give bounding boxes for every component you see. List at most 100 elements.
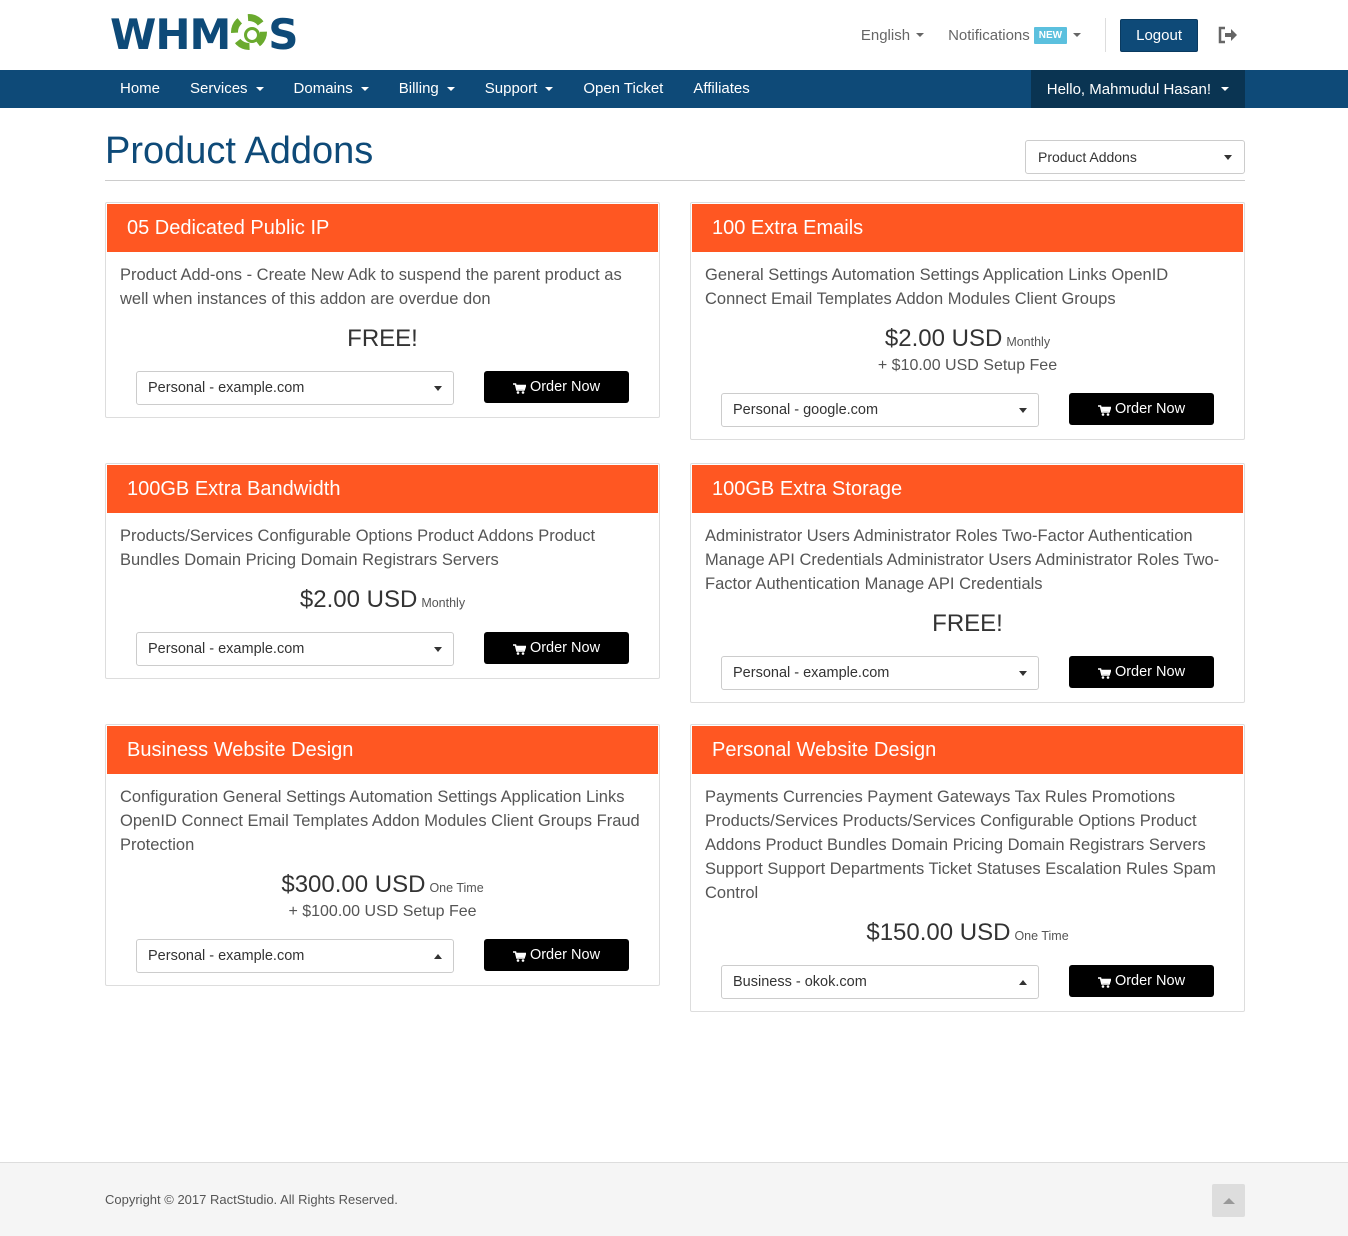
addon-description: Configuration General Settings Automatio… xyxy=(120,788,640,854)
service-select-value: Personal - example.com xyxy=(148,641,305,657)
title-divider xyxy=(105,180,1245,181)
chevron-down-icon xyxy=(446,87,455,91)
addon-description: Administrator Users Administrator Roles … xyxy=(705,527,1220,593)
nav-support[interactable]: Support xyxy=(470,70,569,108)
order-now-label: Order Now xyxy=(529,379,601,395)
page-title: Product Addons xyxy=(105,130,374,172)
service-select[interactable]: Personal - example.com xyxy=(136,939,454,973)
logout-button[interactable]: Logout xyxy=(1120,18,1198,52)
top-links: English Notifications NEW Logout xyxy=(861,18,1238,52)
service-select[interactable]: Personal - example.com xyxy=(721,656,1039,690)
nav-label: Affiliates xyxy=(693,80,750,97)
chevron-down-icon xyxy=(545,87,554,91)
chevron-up-icon xyxy=(1222,1197,1235,1204)
addon-price: FREE! xyxy=(120,325,645,353)
cart-icon xyxy=(512,643,527,655)
nav-label: Billing xyxy=(398,80,439,97)
user-menu[interactable]: Hello, Mahmudul Hasan! xyxy=(1030,70,1245,108)
new-badge: NEW xyxy=(1033,26,1068,44)
nav-label: Domains xyxy=(293,80,353,97)
user-greeting: Hello, Mahmudul Hasan! xyxy=(1046,80,1211,98)
addon-card: Business Website Design Configuration Ge… xyxy=(105,724,660,986)
nav-home[interactable]: Home xyxy=(105,70,175,108)
order-now-button[interactable]: Order Now xyxy=(484,939,629,971)
chevron-down-icon xyxy=(434,385,442,391)
order-now-button[interactable]: Order Now xyxy=(1069,965,1214,997)
setup-fee: + $100.00 USD Setup Fee xyxy=(288,903,477,920)
cart-icon xyxy=(1097,667,1112,679)
addon-description: General Settings Automation Settings App… xyxy=(705,266,1169,308)
billing-cycle: Monthly xyxy=(421,596,466,610)
back-to-top-button[interactable] xyxy=(1212,1184,1245,1217)
language-dropdown[interactable]: English xyxy=(860,26,925,44)
addon-title: Personal Website Design xyxy=(692,726,1243,774)
service-select[interactable]: Personal - example.com xyxy=(136,632,454,666)
notifications-dropdown[interactable]: Notifications NEW xyxy=(948,26,1082,44)
nav-label: Home xyxy=(120,80,161,97)
addon-price: $300.00 USD One Time xyxy=(120,871,645,899)
billing-cycle: One Time xyxy=(1014,929,1069,943)
addon-title: 100GB Extra Bandwidth xyxy=(107,465,658,513)
chevron-down-icon xyxy=(1019,407,1027,413)
nav-label: Support xyxy=(484,80,538,97)
main-navbar: Home Services Domains Billing Support Op… xyxy=(0,70,1348,108)
nav-services[interactable]: Services xyxy=(175,70,279,108)
service-select-value: Personal - example.com xyxy=(148,948,305,964)
chevron-down-icon xyxy=(434,646,442,652)
chevron-down-icon xyxy=(1221,87,1229,91)
chevron-up-icon xyxy=(1019,979,1027,985)
cart-icon xyxy=(512,950,527,962)
addon-description: Product Add-ons - Create New Adk to susp… xyxy=(120,266,622,308)
chevron-down-icon xyxy=(1073,33,1082,37)
cart-icon xyxy=(512,382,527,394)
chevron-down-icon xyxy=(1019,670,1027,676)
service-select-value: Business - okok.com xyxy=(733,974,867,990)
chevron-down-icon xyxy=(916,33,925,37)
order-now-label: Order Now xyxy=(1114,664,1186,680)
addon-title: 100 Extra Emails xyxy=(692,204,1243,252)
sign-out-icon[interactable] xyxy=(1218,26,1238,44)
nav-label: Open Ticket xyxy=(583,80,664,97)
addon-price: $150.00 USD One Time xyxy=(705,919,1230,947)
addon-card: 100GB Extra Storage Administrator Users … xyxy=(690,463,1245,703)
addon-card: Personal Website Design Payments Currenc… xyxy=(690,724,1245,1012)
order-now-label: Order Now xyxy=(529,640,601,656)
service-select-value: Personal - google.com xyxy=(733,402,879,418)
order-now-button[interactable]: Order Now xyxy=(1069,393,1214,425)
order-now-button[interactable]: Order Now xyxy=(484,371,629,403)
nav-affiliates[interactable]: Affiliates xyxy=(678,70,764,108)
chevron-down-icon xyxy=(255,87,264,91)
nav-billing[interactable]: Billing xyxy=(384,70,470,108)
whmcs-logo[interactable]: WHM S xyxy=(110,10,299,59)
language-label: English xyxy=(860,26,911,44)
top-header: WHM S English Notifications NEW Logout xyxy=(0,0,1348,70)
billing-cycle: One Time xyxy=(429,881,484,895)
category-select[interactable]: Product Addons xyxy=(1025,140,1245,174)
addon-price: FREE! xyxy=(705,610,1230,638)
price-amount: $150.00 USD xyxy=(866,919,1011,946)
logo-text-b: S xyxy=(268,10,298,59)
addon-card: 100 Extra Emails General Settings Automa… xyxy=(690,202,1245,440)
service-select-value: Personal - example.com xyxy=(733,665,890,681)
gear-icon xyxy=(231,14,268,50)
addon-price: $2.00 USD Monthly xyxy=(120,586,645,614)
price-amount: FREE! xyxy=(347,325,418,352)
order-now-button[interactable]: Order Now xyxy=(1069,656,1214,688)
service-select[interactable]: Personal - example.com xyxy=(136,371,454,405)
service-select[interactable]: Business - okok.com xyxy=(721,965,1039,999)
order-now-label: Order Now xyxy=(1114,973,1186,989)
footer: Copyright © 2017 RactStudio. All Rights … xyxy=(0,1162,1348,1236)
nav-domains[interactable]: Domains xyxy=(279,70,384,108)
nav-open-ticket[interactable]: Open Ticket xyxy=(568,70,678,108)
chevron-up-icon xyxy=(434,953,442,959)
price-amount: FREE! xyxy=(932,610,1003,637)
divider xyxy=(1105,18,1107,52)
price-amount: $300.00 USD xyxy=(281,871,426,898)
order-now-button[interactable]: Order Now xyxy=(484,632,629,664)
order-now-label: Order Now xyxy=(1114,401,1186,417)
service-select[interactable]: Personal - google.com xyxy=(721,393,1039,427)
addon-title: 100GB Extra Storage xyxy=(692,465,1243,513)
cart-icon xyxy=(1097,976,1112,988)
addon-description: Payments Currencies Payment Gateways Tax… xyxy=(705,788,1216,902)
price-amount: $2.00 USD xyxy=(884,325,1003,352)
